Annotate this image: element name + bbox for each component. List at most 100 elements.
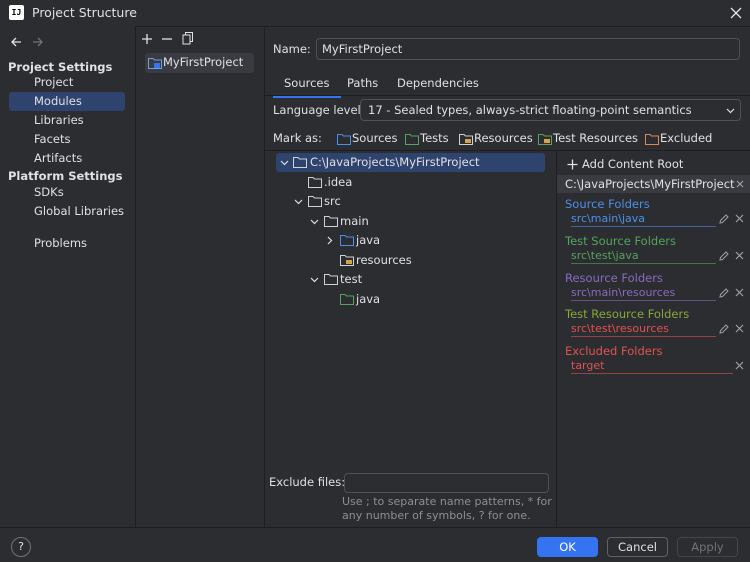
excluded-folder-icon [645,134,659,145]
test-resource-folders-title: Test Resource Folders [565,307,690,321]
project-settings-header: Project Settings [8,60,113,74]
tree-row-label: java [356,292,381,306]
name-field[interactable]: MyFirstProject [316,38,740,60]
tree-row-test[interactable]: test [276,270,545,289]
chevron-down-icon[interactable] [280,158,289,167]
source-folder-icon [340,235,354,246]
content-root-panel: Add Content Root C:\JavaProjects\MyFirst… [557,152,750,528]
module-list-panel: MyFirstProject [136,26,264,528]
test-source-folders-title: Test Source Folders [565,234,676,248]
remove-module-icon[interactable] [161,33,173,45]
exclude-files-label: Exclude files: [269,475,346,489]
tree-row-main[interactable]: main [276,212,545,231]
tree-row-label: resources [356,253,412,267]
edit-pencil-icon[interactable] [718,323,730,335]
exclude-files-input[interactable] [344,473,549,493]
tab-dependencies[interactable]: Dependencies [397,76,479,94]
resources-folder-icon [459,134,473,145]
resource-folder-underline [571,300,716,301]
resource-folder-icon [340,255,354,266]
back-arrow-icon[interactable] [10,36,22,48]
test-source-folder-icon [340,294,354,305]
exclude-files-hint: Use ; to separate name patterns, * for a… [342,495,552,522]
nav-item-facets[interactable]: Facets [9,130,125,149]
edit-pencil-icon[interactable] [718,250,730,262]
name-label: Name: [273,42,311,56]
nav-item-global-libraries[interactable]: Global Libraries [9,202,125,221]
tree-row-label: .idea [324,175,353,189]
excluded-folders-title: Excluded Folders [565,344,663,358]
content-root-header[interactable]: C:\JavaProjects\MyFirstProject [557,175,750,193]
remove-content-root-icon[interactable] [736,180,744,188]
chevron-down-icon[interactable] [294,197,303,206]
tree-row-label: src [324,194,341,208]
excluded-folder-path[interactable]: target [571,359,604,372]
remove-source-folder-icon[interactable] [735,214,744,223]
module-item-label: MyFirstProject [163,55,244,69]
mark-as-test-resources-label: Test Resources [553,131,639,145]
chevron-down-icon[interactable] [310,217,319,226]
help-icon[interactable]: ? [11,537,31,557]
nav-item-sdks[interactable]: SDKs [9,183,125,202]
copy-module-icon[interactable] [182,32,194,45]
remove-resource-folder-icon[interactable] [735,288,744,297]
remove-test-resource-folder-icon[interactable] [735,324,744,333]
nav-item-libraries[interactable]: Libraries [9,111,125,130]
nav-item-project[interactable]: Project [9,73,125,92]
tree-row-label: java [356,233,381,247]
close-window-icon[interactable] [728,5,744,21]
module-item[interactable]: MyFirstProject [145,53,254,73]
cancel-button[interactable]: Cancel [607,537,668,557]
folder-icon [308,196,322,207]
tree-row-root[interactable]: C:\JavaProjects\MyFirstProject [276,153,545,172]
intellij-logo-icon: IJ [9,5,24,20]
remove-excluded-folder-icon[interactable] [735,361,744,370]
window-title: Project Structure [32,5,137,20]
tests-folder-icon [405,134,419,145]
plus-icon [567,159,578,170]
mark-as-excluded-label: Excluded [660,131,713,145]
module-folder-icon [148,57,162,69]
edit-pencil-icon[interactable] [718,287,730,299]
language-level-select[interactable]: 17 - Sealed types, always-strict floatin… [360,99,741,121]
source-folder-path[interactable]: src\main\java [571,212,645,225]
chevron-right-icon[interactable] [325,236,334,245]
language-level-label: Language level: [273,103,365,117]
problems-list: Problems [9,234,125,253]
add-module-icon[interactable] [141,33,153,45]
nav-item-modules[interactable]: Modules [9,92,125,111]
chevron-down-icon[interactable] [310,275,319,284]
source-folders-title: Source Folders [565,197,650,211]
platform-settings-list: SDKs Global Libraries [9,183,125,221]
tree-row-resources[interactable]: resources [276,251,545,270]
ok-button[interactable]: OK [537,537,598,557]
test-resources-folder-icon [538,134,552,145]
forward-arrow-icon[interactable] [32,36,44,48]
tree-row-test-java[interactable]: java [276,290,545,309]
resource-folder-path[interactable]: src\main\resources [571,286,675,299]
mark-as-tests-label: Tests [420,131,449,145]
tree-row-idea[interactable]: .idea [276,173,545,192]
tree-row-main-java[interactable]: java [276,231,545,250]
remove-test-source-folder-icon[interactable] [735,251,744,260]
edit-pencil-icon[interactable] [718,213,730,225]
name-field-value: MyFirstProject [322,42,403,56]
tab-paths[interactable]: Paths [347,76,378,94]
tree-row-src[interactable]: src [276,192,545,211]
nav-item-problems[interactable]: Problems [9,234,125,253]
platform-settings-header: Platform Settings [8,169,123,183]
apply-button[interactable]: Apply [677,537,738,557]
mark-as-sources-label: Sources [352,131,398,145]
source-folder-underline [571,226,716,227]
tab-sources[interactable]: Sources [273,76,340,98]
folder-icon [293,157,307,168]
tree-row-label: test [340,272,363,286]
content-root-path: C:\JavaProjects\MyFirstProject [565,177,735,191]
language-level-value: 17 - Sealed types, always-strict floatin… [368,103,692,117]
folder-icon [324,216,338,227]
test-source-folder-path[interactable]: src\test\java [571,249,639,262]
test-resource-folder-path[interactable]: src\test\resources [571,322,669,335]
nav-item-artifacts[interactable]: Artifacts [9,149,125,168]
mark-as-resources-label: Resources [474,131,533,145]
tree-row-label: C:\JavaProjects\MyFirstProject [310,155,480,169]
